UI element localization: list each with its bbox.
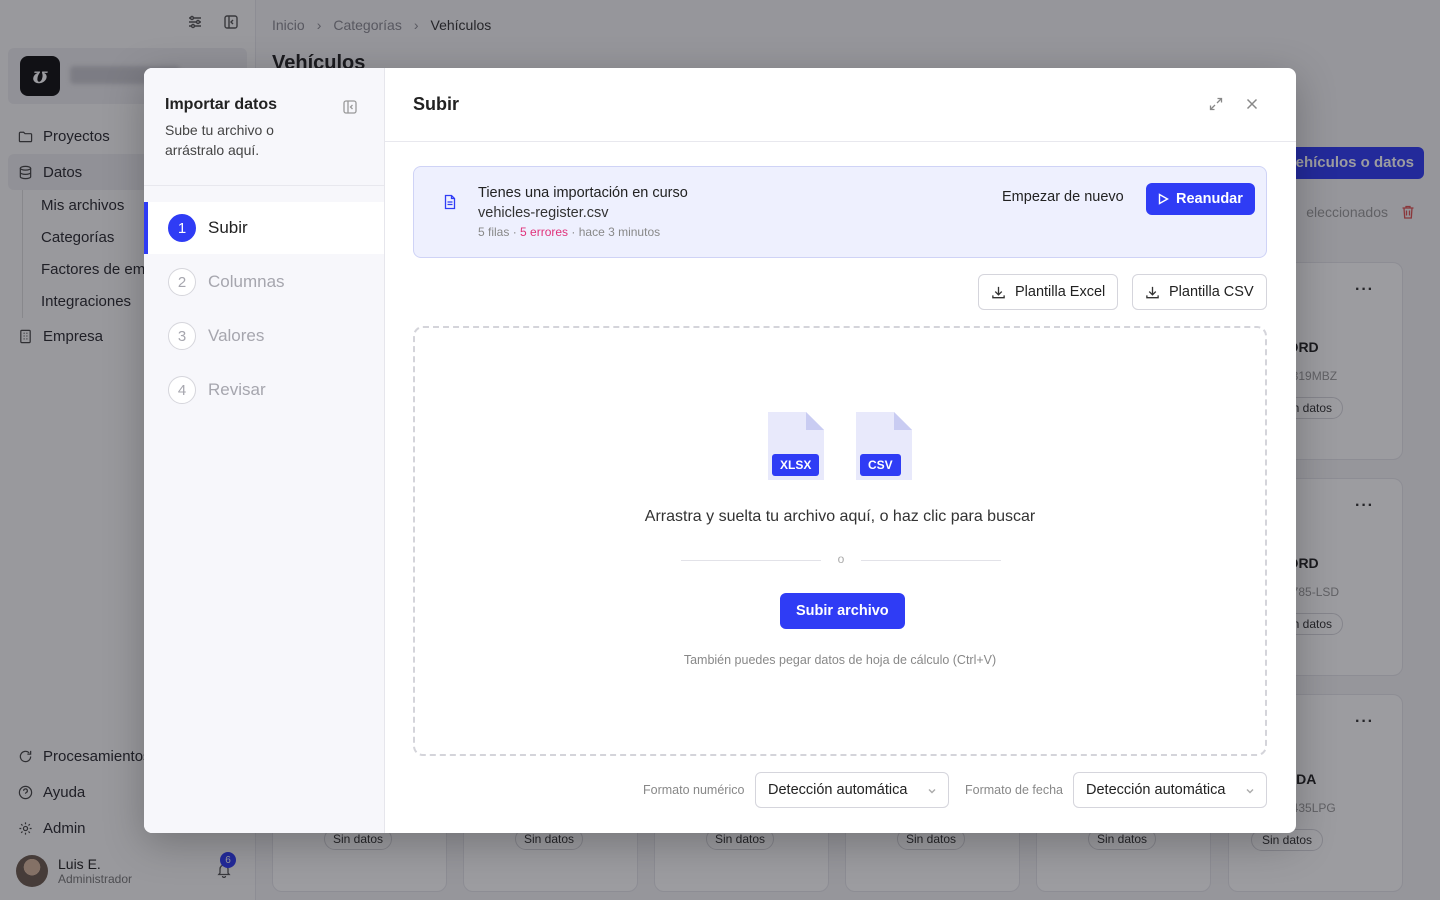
file-dropzone[interactable]: XLSX CSV Arrastra y suelta tu archivo aq… <box>413 326 1267 756</box>
modal-subtitle: Sube tu archivo o arrástralo aquí. <box>165 122 274 158</box>
modal-title: Importar datos <box>165 96 278 113</box>
expand-icon[interactable] <box>1208 96 1224 117</box>
number-format-label: Formato numérico <box>643 783 745 797</box>
steps-panel: Importar datos Sube tu archivo o arrástr… <box>144 68 385 833</box>
resume-button[interactable]: Reanudar <box>1146 183 1255 215</box>
chevron-down-icon <box>1246 789 1254 794</box>
close-icon[interactable] <box>1244 96 1260 117</box>
step-label: Columnas <box>208 272 285 291</box>
import-modal: Importar datos Sube tu archivo o arrástr… <box>144 68 1296 833</box>
chevron-down-icon <box>928 789 936 794</box>
collapse-panel-icon[interactable] <box>342 99 358 115</box>
csv-file-icon: CSV <box>856 412 912 480</box>
number-format-select[interactable]: Detección automática <box>755 772 949 808</box>
step-revisar[interactable]: 4 Revisar <box>144 364 384 416</box>
step-number: 3 <box>168 322 196 350</box>
step-valores[interactable]: 3 Valores <box>144 310 384 362</box>
resume-rows: 5 filas <box>478 225 510 239</box>
step-label: Revisar <box>208 380 266 399</box>
template-label: Plantilla CSV <box>1169 284 1254 300</box>
resume-errors: 5 errores <box>520 225 569 239</box>
xlsx-tag: XLSX <box>772 454 820 476</box>
steps-list: 1 Subir 2 Columnas 3 Valores 4 Revisar <box>144 186 384 416</box>
step-subir[interactable]: 1 Subir <box>144 202 384 254</box>
step-number: 1 <box>168 214 196 242</box>
steps-header: Importar datos Sube tu archivo o arrástr… <box>144 68 384 186</box>
play-icon <box>1158 193 1169 205</box>
download-icon <box>992 286 1005 299</box>
excel-template-button[interactable]: Plantilla Excel <box>978 274 1119 310</box>
content-title: Subir <box>413 94 460 114</box>
or-divider: o <box>681 552 1001 566</box>
resume-time: hace 3 minutos <box>578 225 661 239</box>
resume-import-banner: Tienes una importación en curso vehicles… <box>413 166 1267 258</box>
meta-separator: · <box>509 225 521 239</box>
step-label: Valores <box>208 326 265 345</box>
upload-content: Subir Tienes una importación en curso ve… <box>385 68 1296 833</box>
paste-hint: También puedes pegar datos de hoja de cá… <box>683 653 997 667</box>
resume-filename: vehicles-register.csv <box>478 205 609 221</box>
dropzone-instructions: Arrastra y suelta tu archivo aquí, o haz… <box>644 508 1036 525</box>
select-value: Detección automática <box>1086 782 1226 798</box>
step-number: 4 <box>168 376 196 404</box>
content-header: Subir <box>385 68 1296 142</box>
template-label: Plantilla Excel <box>1015 284 1106 300</box>
restart-button[interactable]: Empezar de nuevo <box>1002 189 1124 205</box>
step-label: Subir <box>208 218 248 237</box>
date-format-select[interactable]: Detección automática <box>1073 772 1267 808</box>
resume-title: Tienes una importación en curso <box>478 185 688 201</box>
resume-meta: 5 filas · 5 errores · hace 3 minutos <box>478 225 660 239</box>
select-value: Detección automática <box>768 782 908 798</box>
csv-template-button[interactable]: Plantilla CSV <box>1132 274 1267 310</box>
xlsx-file-icon: XLSX <box>768 412 824 480</box>
download-icon <box>1146 286 1159 299</box>
step-number: 2 <box>168 268 196 296</box>
step-columnas[interactable]: 2 Columnas <box>144 256 384 308</box>
upload-file-button[interactable]: Subir archivo <box>780 593 905 629</box>
resume-label: Reanudar <box>1176 191 1243 207</box>
file-text-icon <box>442 194 458 210</box>
csv-tag: CSV <box>860 454 901 476</box>
meta-separator: · <box>568 225 579 239</box>
date-format-label: Formato de fecha <box>965 783 1063 797</box>
or-text: o <box>837 552 845 566</box>
